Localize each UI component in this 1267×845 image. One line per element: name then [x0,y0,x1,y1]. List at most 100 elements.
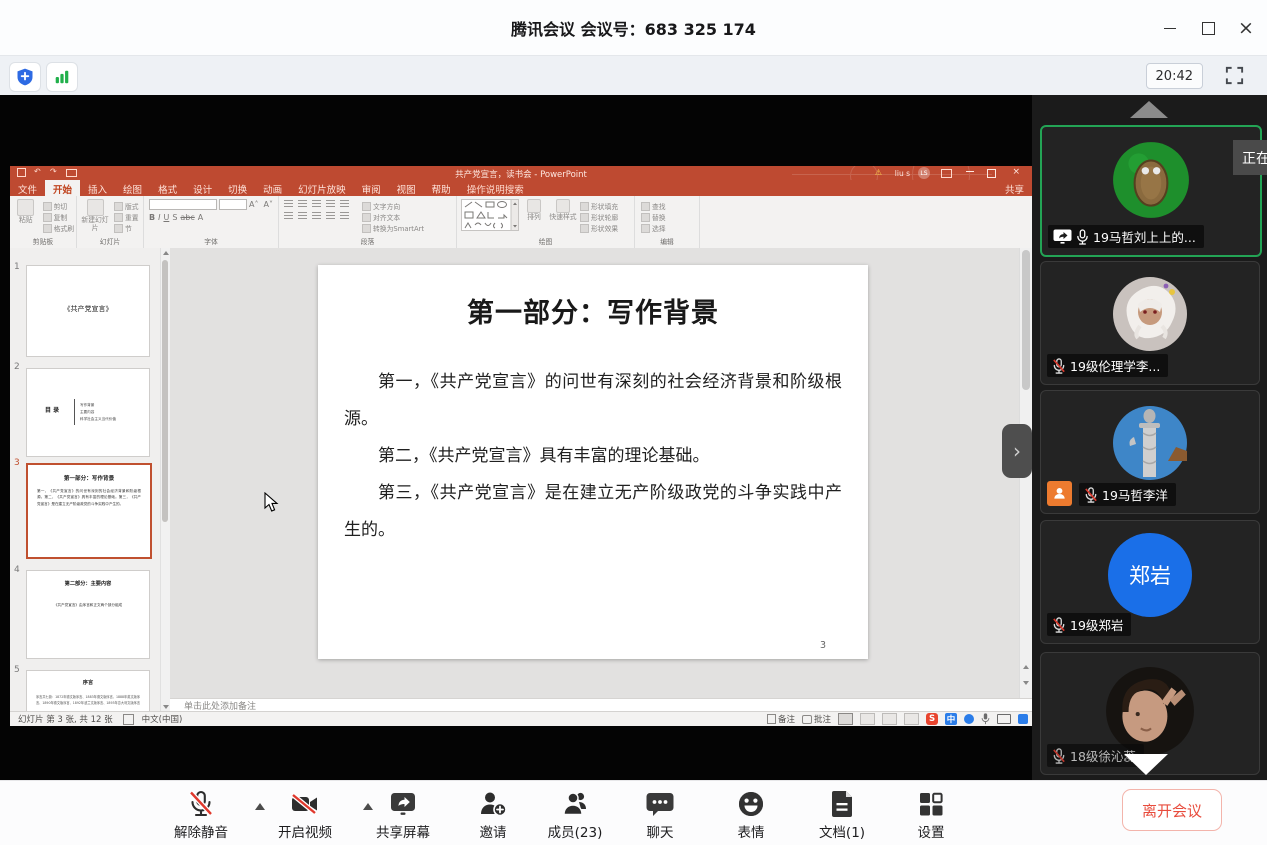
shapes-gallery[interactable] [461,199,519,231]
slide-sorter-view-button[interactable] [860,713,875,725]
tell-me-search[interactable]: 操作说明搜索 [459,180,532,196]
strikethrough-button[interactable]: abc [180,213,194,222]
maximize-button[interactable] [1191,14,1225,42]
tab-format[interactable]: 格式 [150,180,185,196]
tab-view[interactable]: 视图 [389,180,424,196]
shape-fill-button[interactable]: 形状填充 [580,201,618,211]
tab-insert[interactable]: 插入 [80,180,115,196]
close-button[interactable]: × [1229,14,1263,42]
notes-toggle-button[interactable]: 备注 [767,713,795,725]
decrease-indent-button[interactable] [312,200,321,208]
canvas-scrollbar-thumb[interactable] [1022,250,1030,390]
quick-styles-button[interactable]: 快速样式 [549,199,577,222]
underline-button[interactable]: U [163,213,169,222]
scrollbar-thumb[interactable] [162,260,168,522]
minimize-button[interactable] [1153,14,1187,42]
leave-meeting-button[interactable]: 离开会议 [1122,789,1222,831]
line-spacing-button[interactable] [340,200,349,208]
account-avatar[interactable]: LS [918,167,930,179]
language-indicator[interactable]: 中文(中国) [142,713,183,725]
reading-view-button[interactable] [882,713,897,725]
ppt-minimize-icon[interactable] [966,171,974,172]
share-screen-button[interactable]: 共享屏幕 [368,789,438,841]
font-size-dropdown[interactable] [219,199,247,210]
ime-keyboard-icon[interactable] [997,714,1011,724]
font-color-button[interactable]: A [198,213,203,222]
members-button[interactable]: 成员(23) [542,789,608,841]
chat-button[interactable]: 聊天 [637,789,683,841]
scroll-participants-down-icon[interactable] [1124,754,1168,775]
section-button[interactable]: 节 [114,223,139,233]
ribbon-options-icon[interactable] [941,169,952,178]
copy-button[interactable]: 复制 [43,212,74,222]
slide-thumbnail-1[interactable]: 《共产党宣言》 [26,265,150,357]
ime-emoji-icon[interactable] [964,714,974,724]
network-status-button[interactable] [46,62,78,92]
numbering-button[interactable] [298,200,307,208]
format-painter-button[interactable]: 格式刷 [43,223,74,233]
find-button[interactable]: 查找 [641,201,666,211]
settings-button[interactable]: 设置 [908,789,954,841]
comments-toggle-button[interactable]: 批注 [802,713,831,725]
bold-button[interactable]: B [149,213,155,222]
tab-draw[interactable]: 绘图 [115,180,150,196]
tab-help[interactable]: 帮助 [424,180,459,196]
layout-button[interactable]: 版式 [114,201,139,211]
invite-button[interactable]: 邀请 [464,789,522,841]
participant-tile-3[interactable]: 19马哲李洋 [1040,390,1260,514]
participant-tile-4[interactable]: 郑岩 19级郑岩 [1040,520,1260,644]
docs-button[interactable]: 文档(1) [812,789,872,841]
emoji-button[interactable]: 表情 [728,789,774,841]
slide-thumbnail-3-selected[interactable]: 第一部分：写作背景 第一，《共产党宣言》的问世有深刻的社会经济背景和阶级根源。第… [26,463,152,559]
columns-button[interactable] [340,212,349,220]
ppt-share-button[interactable]: 共享 [997,180,1032,196]
smartart-button[interactable]: 转换为SmartArt [362,223,424,233]
spellcheck-icon[interactable] [123,714,134,725]
tab-file[interactable]: 文件 [10,180,45,196]
shape-effects-button[interactable]: 形状效果 [580,223,618,233]
thumbnail-scrollbar[interactable] [160,248,170,712]
bullets-button[interactable] [284,200,293,208]
font-name-dropdown[interactable] [149,199,217,210]
increase-indent-button[interactable] [326,200,335,208]
tab-animations[interactable]: 动画 [255,180,290,196]
ime-toolbox-icon[interactable] [1018,714,1028,724]
ppt-restore-icon[interactable] [987,169,996,178]
reset-button[interactable]: 重置 [114,212,139,222]
participant-tile-2[interactable]: 19级伦理学李... [1040,261,1260,385]
slide-thumbnail-2[interactable]: 目 录 写作背景 主要内容 科学社会主义当代价值 [26,368,150,457]
start-video-button[interactable]: 开启视频 [272,789,338,841]
normal-view-button[interactable] [838,713,853,725]
tab-home[interactable]: 开始 [45,180,80,196]
new-slide-button[interactable]: 新建幻灯片 [79,199,111,233]
tab-review[interactable]: 审阅 [354,180,389,196]
tab-slideshow[interactable]: 幻灯片放映 [290,180,354,196]
align-center-button[interactable] [298,212,307,220]
align-right-button[interactable] [312,212,321,220]
sidebar-collapse-handle[interactable]: › [1002,424,1032,478]
tab-design[interactable]: 设计 [185,180,220,196]
align-text-button[interactable]: 对齐文本 [362,212,424,222]
slideshow-view-button[interactable] [904,713,919,725]
unmute-button[interactable]: 解除静音 [168,789,234,841]
select-button[interactable]: 选择 [641,223,666,233]
ppt-close-icon[interactable]: × [1012,167,1020,177]
participant-tile-1[interactable]: 19马哲刘上上的... [1040,125,1262,257]
shadow-button[interactable]: S [172,213,177,222]
fullscreen-button[interactable] [1224,65,1245,90]
sogou-ime-icon[interactable]: S [926,713,938,725]
ime-language-icon[interactable]: 中 [945,713,957,725]
italic-button[interactable]: I [158,213,160,222]
ime-mic-icon[interactable] [981,713,990,725]
align-left-button[interactable] [284,212,293,220]
shrink-font-button[interactable]: A˅ [263,200,272,209]
replace-button[interactable]: 替换 [641,212,666,222]
tab-transitions[interactable]: 切换 [220,180,255,196]
mic-options-caret[interactable] [255,803,265,810]
notes-bar[interactable]: 单击此处添加备注 [170,698,1032,712]
shape-outline-button[interactable]: 形状轮廓 [580,212,618,222]
scroll-participants-up-icon[interactable] [1130,101,1168,118]
cut-button[interactable]: 剪切 [43,201,74,211]
slide-thumbnail-4[interactable]: 第二部分：主要内容 《共产党宣言》由序言和正文两个部分组成 [26,570,150,659]
grow-font-button[interactable]: A˄ [249,200,258,209]
